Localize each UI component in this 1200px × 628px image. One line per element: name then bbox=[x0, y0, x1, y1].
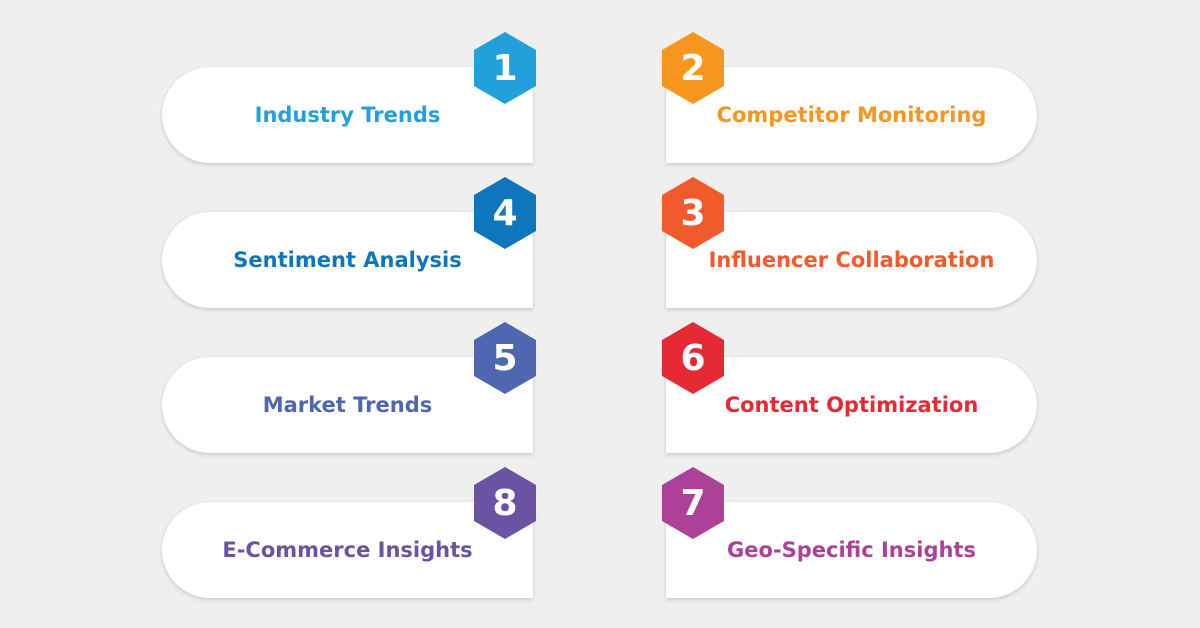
card-label: Influencer Collaboration bbox=[708, 248, 995, 272]
badge-number: 1 bbox=[492, 47, 518, 89]
card-label: Market Trends bbox=[262, 393, 433, 417]
card-label: Content Optimization bbox=[724, 393, 979, 417]
badge-number: 4 bbox=[492, 192, 518, 234]
badge-number: 8 bbox=[492, 482, 518, 524]
card-label: Sentiment Analysis bbox=[233, 248, 462, 272]
number-badge-icon: 4 bbox=[474, 177, 536, 249]
badge-number: 7 bbox=[680, 482, 706, 524]
card-label: Geo-Specific Insights bbox=[727, 538, 976, 562]
number-badge-icon: 7 bbox=[662, 467, 724, 539]
card-label: Industry Trends bbox=[254, 103, 441, 127]
card-label: E-Commerce Insights bbox=[222, 538, 473, 562]
badge-number: 2 bbox=[680, 47, 706, 89]
badge-number: 6 bbox=[680, 337, 706, 379]
number-badge-icon: 5 bbox=[474, 322, 536, 394]
number-badge-icon: 1 bbox=[474, 32, 536, 104]
badge-number: 3 bbox=[680, 192, 706, 234]
badge-number: 5 bbox=[492, 337, 518, 379]
card-label: Competitor Monitoring bbox=[716, 103, 987, 127]
number-badge-icon: 6 bbox=[662, 322, 724, 394]
number-badge-icon: 8 bbox=[474, 467, 536, 539]
number-badge-icon: 2 bbox=[662, 32, 724, 104]
number-badge-icon: 3 bbox=[662, 177, 724, 249]
